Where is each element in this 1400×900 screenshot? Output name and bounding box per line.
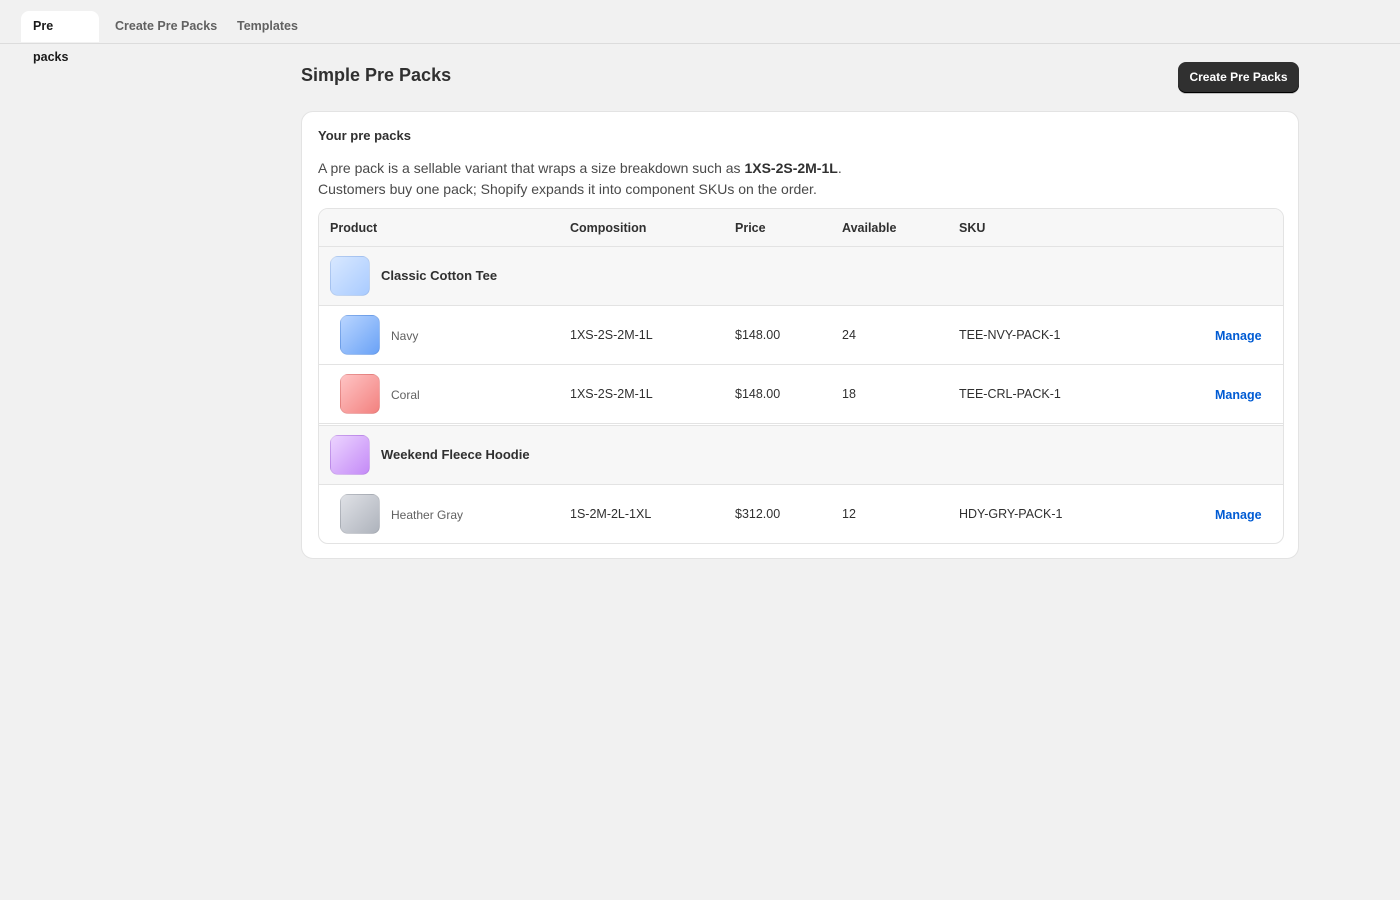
variant-available: 24 <box>842 328 856 342</box>
variant-composition: 1XS-2S-2M-1L <box>570 387 653 401</box>
tab-templates[interactable]: Templates <box>225 11 310 42</box>
table-header: Product Composition Price Available SKU <box>319 209 1283 247</box>
description-text: A pre pack is a sellable variant that wr… <box>318 160 745 176</box>
manage-link[interactable]: Manage <box>1215 366 1262 424</box>
header-available: Available <box>842 221 897 235</box>
product-thumbnail <box>330 256 370 296</box>
product-name: Weekend Fleece Hoodie <box>381 447 530 462</box>
tab-create-pre-packs[interactable]: Create Pre Packs <box>103 11 229 42</box>
variant-thumbnail <box>340 374 380 414</box>
tab-bar: Pre packs Create Pre Packs Templates <box>0 0 1400 64</box>
card-title: Your pre packs <box>318 128 411 143</box>
manage-link[interactable]: Manage <box>1215 307 1262 365</box>
variant-thumbnail <box>340 494 380 534</box>
pre-packs-card: Your pre packs A pre pack is a sellable … <box>301 111 1299 559</box>
variant-sku: HDY-GRY-PACK-1 <box>959 507 1063 521</box>
page-title: Simple Pre Packs <box>301 65 452 85</box>
variant-row: Coral 1XS-2S-2M-1L $148.00 18 TEE-CRL-PA… <box>319 365 1283 424</box>
variant-composition: 1XS-2S-2M-1L <box>570 328 653 342</box>
card-description: A pre pack is a sellable variant that wr… <box>318 158 842 200</box>
variant-sku: TEE-NVY-PACK-1 <box>959 328 1061 342</box>
variant-row: Navy 1XS-2S-2M-1L $148.00 24 TEE-NVY-PAC… <box>319 306 1283 365</box>
tab-pre-packs[interactable]: Pre packs <box>21 11 99 64</box>
description-period: . <box>837 160 842 176</box>
variant-name: Navy <box>391 329 419 343</box>
product-thumbnail <box>330 435 370 475</box>
product-group-row: Weekend Fleece Hoodie <box>319 425 1283 485</box>
variant-price: $312.00 <box>735 507 781 521</box>
description-text-line2: Customers buy one pack; Shopify expands … <box>318 181 817 197</box>
product-group-row: Classic Cotton Tee <box>319 247 1283 306</box>
variant-name: Heather Gray <box>391 508 464 522</box>
header-product: Product <box>330 221 378 235</box>
header-price: Price <box>735 221 766 235</box>
variant-available: 18 <box>842 387 856 401</box>
variant-thumbnail <box>340 315 380 355</box>
variant-available: 12 <box>842 507 856 521</box>
header-sku: SKU <box>959 221 986 235</box>
header-composition: Composition <box>570 221 647 235</box>
description-example-breakdown: 1XS-2S-2M-1L <box>744 160 838 176</box>
variant-row: Heather Gray 1S-2M-2L-1XL $312.00 12 HDY… <box>319 485 1283 543</box>
variant-name: Coral <box>391 388 420 402</box>
manage-link[interactable]: Manage <box>1215 486 1262 543</box>
variant-composition: 1S-2M-2L-1XL <box>570 507 652 521</box>
create-pre-packs-button[interactable]: Create Pre Packs <box>1178 62 1299 93</box>
product-name: Classic Cotton Tee <box>381 268 498 283</box>
variant-sku: TEE-CRL-PACK-1 <box>959 387 1061 401</box>
pre-packs-table: Product Composition Price Available SKU … <box>318 208 1284 544</box>
variant-price: $148.00 <box>735 387 781 401</box>
variant-price: $148.00 <box>735 328 781 342</box>
